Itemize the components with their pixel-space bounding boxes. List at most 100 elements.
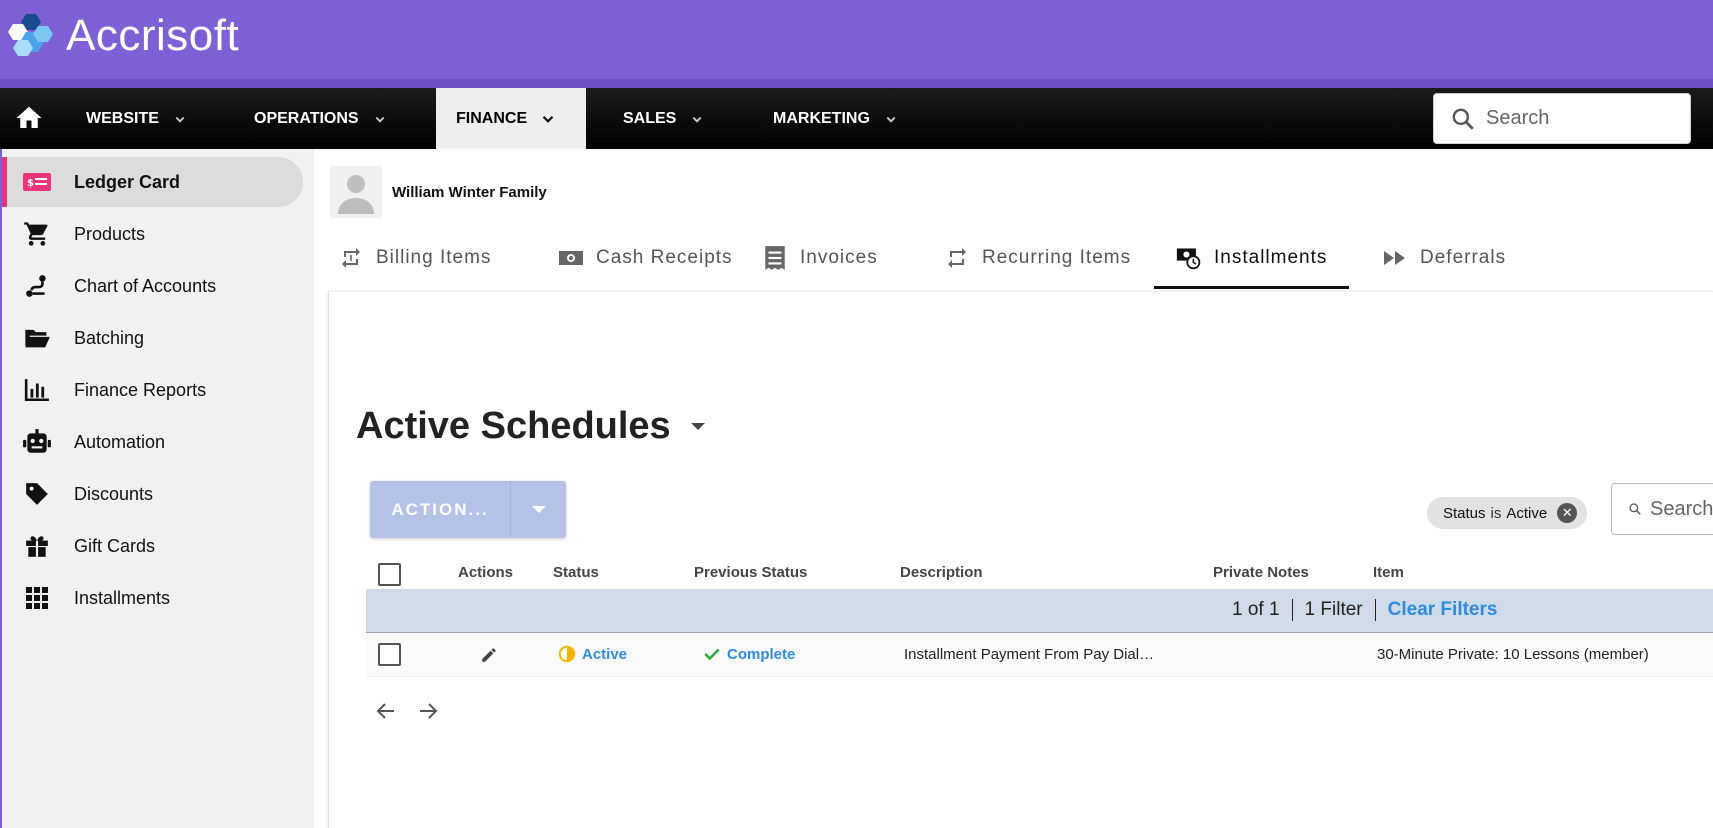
column-header-item[interactable]: Item bbox=[1373, 564, 1404, 581]
route-icon bbox=[22, 272, 52, 300]
sidebar-item-batching[interactable]: Batching bbox=[6, 313, 303, 363]
sidebar-item-automation[interactable]: Automation bbox=[6, 417, 303, 467]
hexagon-logo-icon bbox=[8, 14, 53, 56]
sidebar-item-finance-reports[interactable]: Finance Reports bbox=[6, 365, 303, 415]
repeat-icon bbox=[944, 245, 970, 271]
tab-label: Recurring Items bbox=[982, 247, 1132, 268]
brand-name: Accrisoft bbox=[66, 11, 240, 60]
divider bbox=[1291, 599, 1293, 621]
table-row[interactable]: Active Complete Installment Payment From… bbox=[366, 633, 1713, 677]
sidebar-item-label: Products bbox=[74, 223, 146, 244]
nav-label: FINANCE bbox=[456, 109, 528, 127]
sidebar-item-label: Chart of Accounts bbox=[74, 275, 217, 296]
gift-icon bbox=[22, 532, 52, 560]
sidebar-item-discounts[interactable]: Discounts bbox=[6, 469, 303, 519]
column-header-description[interactable]: Description bbox=[900, 564, 983, 581]
section-title-text: Active Schedules bbox=[356, 405, 671, 447]
arrow-left-icon[interactable] bbox=[372, 697, 400, 725]
cash-icon bbox=[558, 245, 584, 271]
filter-chip[interactable]: Status is Active ✕ bbox=[1427, 497, 1588, 529]
nav-label: MARKETING bbox=[773, 109, 870, 127]
column-header-status[interactable]: Status bbox=[553, 564, 599, 581]
nav-marketing[interactable]: MARKETING bbox=[773, 88, 900, 149]
sidebar-item-ledger-card[interactable]: $ Ledger Card bbox=[2, 157, 303, 207]
global-search-input[interactable] bbox=[1486, 107, 1676, 130]
svg-text:$: $ bbox=[27, 178, 34, 189]
section-title[interactable]: Active Schedules bbox=[356, 405, 705, 448]
folder-open-icon bbox=[22, 324, 52, 352]
tab-label: Deferrals bbox=[1420, 247, 1507, 268]
tab-installments[interactable]: Installments bbox=[1153, 227, 1350, 289]
receipt-icon bbox=[762, 245, 788, 271]
repeat-one-icon bbox=[338, 245, 364, 271]
brand-logo[interactable]: Accrisoft bbox=[4, 10, 239, 62]
sidebar-item-label: Discounts bbox=[74, 483, 154, 504]
status-active-link[interactable]: Active bbox=[558, 645, 627, 663]
avatar bbox=[330, 166, 382, 218]
search-icon bbox=[1452, 108, 1474, 130]
home-icon[interactable] bbox=[14, 103, 46, 135]
tab-label: Installments bbox=[1214, 247, 1328, 268]
select-all-checkbox[interactable] bbox=[378, 563, 401, 586]
status-text: Active bbox=[582, 645, 628, 663]
filter-summary-bar: 1 of 1 1 Filter Clear Filters bbox=[366, 589, 1713, 633]
tab-cash-receipts[interactable]: Cash Receipts bbox=[558, 227, 733, 289]
filter-count: 1 Filter bbox=[1304, 599, 1363, 620]
chevron-down-icon bbox=[175, 116, 185, 123]
filter-summary: 1 of 1 1 Filter Clear Filters bbox=[1232, 599, 1497, 621]
page-range: 1 of 1 bbox=[1232, 599, 1280, 620]
grid-search-input[interactable] bbox=[1650, 497, 1713, 521]
ledger-card-icon: $ bbox=[22, 168, 52, 196]
tag-icon bbox=[22, 480, 52, 508]
nav-website[interactable]: WEBSITE bbox=[86, 88, 189, 149]
description-cell: Installment Payment From Pay Dial… bbox=[904, 646, 1155, 663]
half-circle-icon bbox=[558, 645, 576, 663]
tab-recurring-items[interactable]: Recurring Items bbox=[944, 227, 1131, 289]
tab-invoices[interactable]: Invoices bbox=[762, 227, 878, 289]
sidebar-item-chart-of-accounts[interactable]: Chart of Accounts bbox=[6, 261, 303, 311]
chevron-down-icon bbox=[542, 115, 554, 123]
sidebar-item-label: Ledger Card bbox=[74, 171, 181, 192]
arrow-right-icon[interactable] bbox=[414, 697, 442, 725]
caret-down-icon bbox=[531, 506, 546, 513]
nav-sales[interactable]: SALES bbox=[623, 88, 706, 149]
tab-deferrals[interactable]: Deferrals bbox=[1382, 227, 1506, 289]
edit-icon[interactable] bbox=[480, 646, 498, 668]
nav-operations[interactable]: OPERATIONS bbox=[254, 88, 389, 149]
action-button-label: ACTION... bbox=[370, 481, 511, 538]
row-checkbox[interactable] bbox=[378, 643, 401, 666]
global-search bbox=[1433, 93, 1691, 144]
action-dropdown-toggle[interactable] bbox=[511, 481, 566, 538]
column-header-previous-status[interactable]: Previous Status bbox=[694, 564, 807, 581]
nav-label: WEBSITE bbox=[86, 109, 159, 127]
column-header-actions[interactable]: Actions bbox=[458, 564, 513, 581]
person-icon bbox=[338, 175, 374, 214]
check-icon bbox=[704, 648, 720, 661]
nav-finance[interactable]: FINANCE bbox=[436, 88, 586, 149]
contact-header: William Winter Family bbox=[330, 166, 547, 218]
clear-filters-link[interactable]: Clear Filters bbox=[1388, 599, 1498, 621]
sidebar-item-label: Gift Cards bbox=[74, 535, 156, 556]
sidebar-item-label: Installments bbox=[74, 587, 171, 608]
previous-status-link[interactable]: Complete bbox=[703, 645, 795, 663]
tab-label: Billing Items bbox=[376, 247, 492, 268]
sidebar-item-products[interactable]: Products bbox=[6, 209, 303, 259]
main-content: William Winter Family Billing Items Cash… bbox=[314, 149, 1713, 828]
robot-icon bbox=[22, 428, 52, 456]
grid-icon bbox=[22, 584, 52, 612]
divider bbox=[1374, 599, 1376, 621]
search-icon bbox=[1629, 503, 1641, 515]
cart-icon bbox=[22, 220, 52, 248]
tab-label: Cash Receipts bbox=[596, 247, 733, 268]
sidebar-item-gift-cards[interactable]: Gift Cards bbox=[6, 521, 303, 571]
action-button[interactable]: ACTION... bbox=[370, 481, 566, 538]
remove-filter-icon[interactable]: ✕ bbox=[1557, 503, 1578, 523]
grid-search bbox=[1611, 483, 1713, 535]
chevron-down-icon bbox=[692, 116, 702, 123]
sidebar-item-installments[interactable]: Installments bbox=[6, 573, 303, 623]
previous-status-text: Complete bbox=[727, 645, 796, 663]
sidebar: $ Ledger Card Products Chart of Accounts… bbox=[0, 149, 314, 828]
tab-billing-items[interactable]: Billing Items bbox=[338, 227, 491, 289]
column-header-private-notes[interactable]: Private Notes bbox=[1213, 564, 1309, 581]
caret-down-icon bbox=[690, 423, 705, 430]
